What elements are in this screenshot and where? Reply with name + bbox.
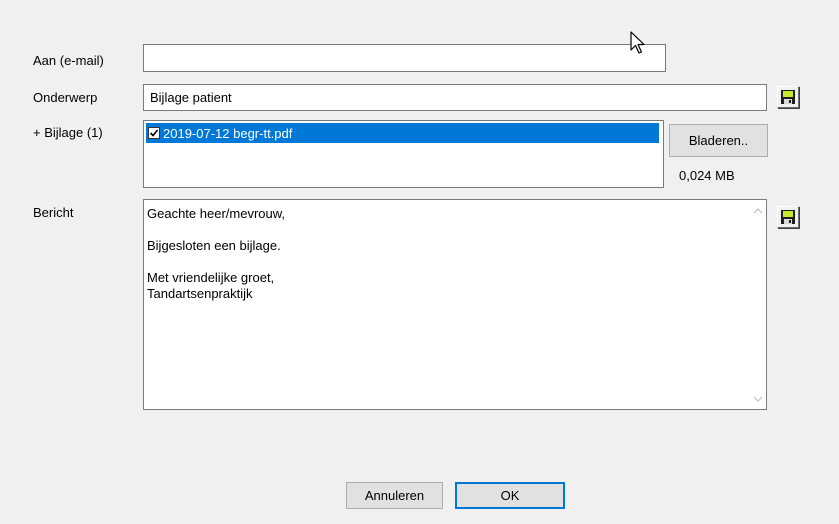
message-content: Geachte heer/mevrouw, Bijgesloten een bi…: [147, 206, 285, 302]
checkmark-icon: [149, 129, 159, 137]
browse-button[interactable]: Bladeren..: [669, 124, 768, 157]
message-line: Met vriendelijke groet,: [147, 270, 275, 285]
to-email-input[interactable]: [143, 44, 666, 72]
floppy-disk-icon: [781, 90, 795, 104]
save-message-button[interactable]: [777, 206, 799, 228]
save-subject-button[interactable]: [777, 86, 799, 108]
cancel-button[interactable]: Annuleren: [346, 482, 443, 509]
to-label: Aan (e-mail): [33, 53, 104, 68]
floppy-disk-icon: [781, 210, 795, 224]
attachment-filename: 2019-07-12 begr-tt.pdf: [163, 125, 293, 141]
scroll-down-button[interactable]: [749, 390, 766, 407]
message-label: Bericht: [33, 205, 74, 220]
attachment-item[interactable]: 2019-07-12 begr-tt.pdf: [146, 123, 659, 143]
scroll-up-button[interactable]: [749, 202, 766, 219]
attachment-list[interactable]: 2019-07-12 begr-tt.pdf: [143, 120, 664, 188]
message-line: [147, 254, 285, 270]
message-textarea[interactable]: Geachte heer/mevrouw, Bijgesloten een bi…: [143, 199, 767, 410]
subject-input[interactable]: Bijlage patient: [143, 84, 767, 111]
message-line: Geachte heer/mevrouw,: [147, 206, 286, 221]
message-line: [147, 222, 285, 238]
message-line: Tandartsenpraktijk: [147, 286, 253, 301]
attachment-checkbox[interactable]: [148, 127, 160, 139]
subject-label: Onderwerp: [33, 90, 98, 105]
mouse-pointer-icon: [630, 31, 645, 54]
chevron-up-icon: [753, 207, 762, 213]
message-line: Bijgesloten een bijlage.: [147, 238, 281, 253]
chevron-down-icon: [753, 396, 762, 402]
ok-button[interactable]: OK: [455, 482, 565, 509]
attachment-label: + Bijlage (1): [33, 125, 103, 140]
message-scrollbar[interactable]: [749, 200, 766, 409]
attachment-size: 0,024 MB: [679, 168, 735, 183]
